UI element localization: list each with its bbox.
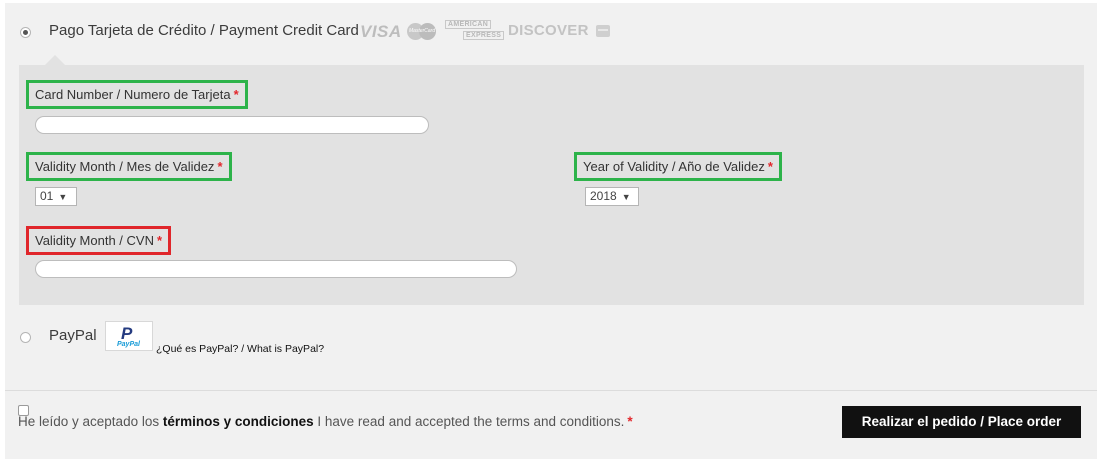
panel-pointer — [45, 55, 65, 65]
payment-section: Pago Tarjeta de Crédito / Payment Credit… — [5, 3, 1097, 459]
validity-month-label: Validity Month / Mes de Validez * — [26, 152, 232, 181]
card-generic-icon — [596, 25, 610, 37]
place-order-button[interactable]: Realizar el pedido / Place order — [842, 406, 1081, 438]
paypal-radio-button[interactable] — [20, 332, 31, 343]
terms-label: He leído y aceptado los términos y condi… — [18, 414, 633, 429]
paypal-method-label[interactable]: PayPal — [49, 327, 97, 344]
required-mark: * — [156, 233, 163, 248]
card-radio-button[interactable] — [20, 27, 31, 38]
terms-link[interactable]: términos y condiciones — [163, 414, 314, 429]
required-mark: * — [217, 159, 223, 174]
paypal-logo-icon: P PayPal — [105, 321, 153, 351]
terms-text-before: He leído y aceptado los — [18, 414, 163, 429]
card-number-input[interactable] — [35, 116, 429, 134]
payment-method-card[interactable]: Pago Tarjeta de Crédito / Payment Credit… — [5, 3, 1097, 63]
validity-month-select[interactable]: 01 ▼ — [35, 187, 77, 206]
card-method-label[interactable]: Pago Tarjeta de Crédito / Payment Credit… — [49, 22, 359, 39]
required-mark: * — [627, 414, 633, 429]
mastercard-logo-text: MasterCard — [409, 28, 436, 34]
what-is-paypal-link[interactable]: ¿Qué es PayPal? / What is PayPal? — [156, 343, 324, 355]
cvn-label-text: Validity Month / CVN — [35, 233, 154, 248]
terms-text-after: I have read and accepted the terms and c… — [313, 414, 625, 429]
paypal-logo-text: PayPal — [117, 341, 140, 348]
card-number-label: Card Number / Numero de Tarjeta * — [26, 80, 248, 109]
required-mark: * — [233, 87, 239, 102]
visa-logo-icon: VISA — [360, 22, 402, 41]
discover-logo-icon: DISCOVER — [508, 22, 589, 39]
dropdown-arrow-icon: ▼ — [58, 192, 68, 202]
validity-month-label-text: Validity Month / Mes de Validez — [35, 159, 215, 174]
required-mark: * — [767, 159, 773, 174]
validity-year-label: Year of Validity / Año de Validez * — [574, 152, 782, 181]
validity-year-select[interactable]: 2018 ▼ — [585, 187, 639, 206]
card-number-label-text: Card Number / Numero de Tarjeta — [35, 87, 231, 102]
section-divider — [5, 390, 1097, 391]
cvn-input[interactable] — [35, 260, 517, 278]
cvn-label: Validity Month / CVN * — [26, 226, 172, 255]
amex-logo-line1: AMERICAN — [445, 20, 492, 29]
validity-year-value: 2018 — [590, 189, 617, 203]
dropdown-arrow-icon: ▼ — [621, 192, 631, 202]
validity-month-value: 01 — [40, 189, 54, 203]
card-details-panel: Card Number / Numero de Tarjeta * Validit… — [19, 65, 1084, 305]
amex-logo-line2: EXPRESS — [463, 31, 505, 40]
amex-logo-icon: AMERICAN EXPRESS — [445, 20, 505, 42]
validity-year-label-text: Year of Validity / Año de Validez — [583, 159, 765, 174]
mastercard-logo-icon: MasterCard — [407, 23, 437, 40]
